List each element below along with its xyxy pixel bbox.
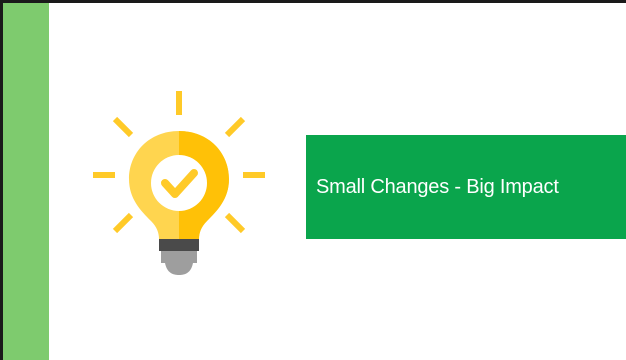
slide: Small Changes - Big Impact	[0, 0, 626, 360]
headline-text: Small Changes - Big Impact	[316, 175, 559, 198]
side-accent-bar	[3, 3, 49, 360]
lightbulb-check-icon	[93, 91, 265, 275]
headline-banner: Small Changes - Big Impact	[306, 135, 626, 239]
